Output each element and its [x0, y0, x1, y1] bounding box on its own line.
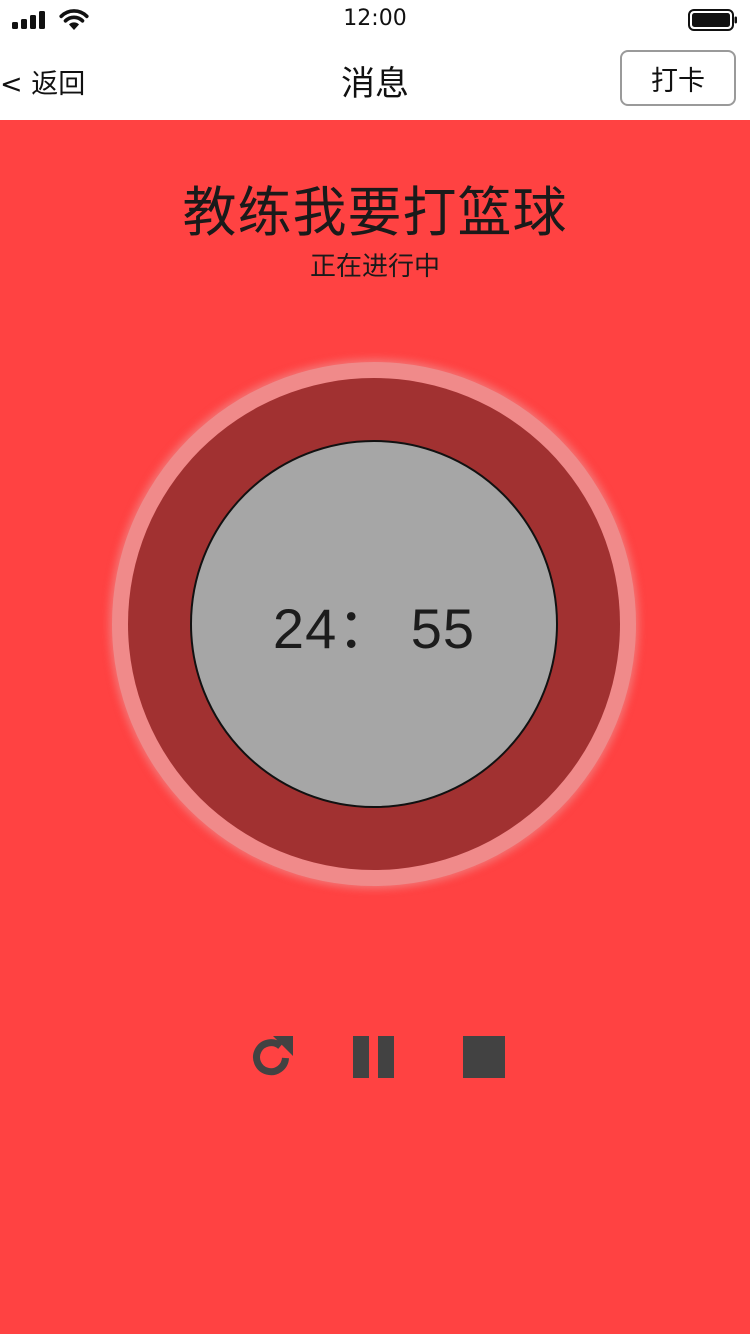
top-bar: 12:00 < 返回 消息 打卡 [0, 0, 750, 120]
checkin-button[interactable]: 打卡 [620, 50, 736, 106]
restart-icon[interactable] [249, 1034, 295, 1080]
activity-title: 教练我要打篮球 [182, 181, 568, 244]
battery-icon [688, 9, 737, 31]
status-time: 12:00 [343, 6, 407, 31]
activity-status: 正在进行中 [309, 252, 440, 282]
timer-circle: 24： 55 [190, 440, 558, 808]
timer-controls [0, 1034, 750, 1080]
timer-display: 24： 55 [272, 596, 476, 660]
pause-icon[interactable] [352, 1034, 398, 1080]
stop-icon[interactable] [462, 1034, 508, 1080]
